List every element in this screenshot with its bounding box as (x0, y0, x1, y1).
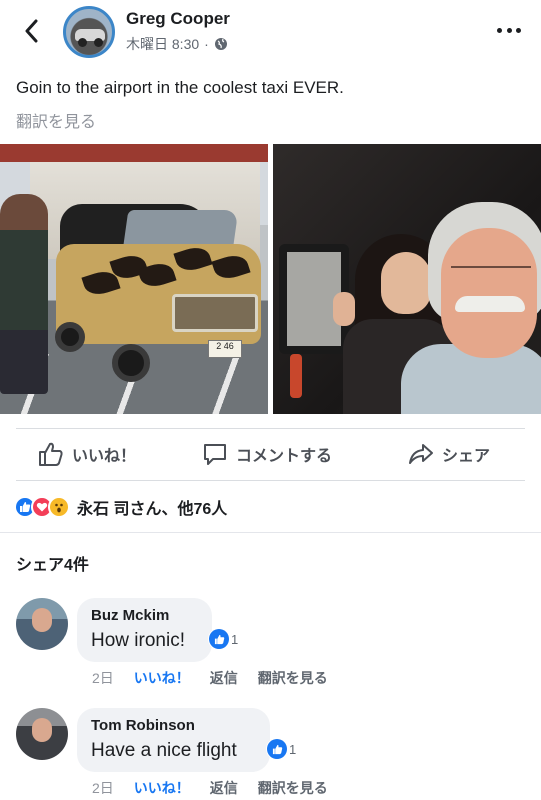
post-actions: いいね！ コメントする シェア (0, 430, 541, 480)
van-grille (172, 294, 258, 332)
van-wheel (112, 344, 150, 382)
commenter-name[interactable]: Tom Robinson (91, 717, 256, 734)
comment-label: コメントする (236, 448, 333, 465)
share-label: シェア (442, 448, 491, 465)
comment-meta: 2日 いいね！ 返信 翻訳を見る (92, 668, 328, 688)
reactions-text: 永石 司さん、他76人 (77, 501, 228, 518)
shares-divider (0, 532, 541, 533)
chevron-left-icon (25, 19, 38, 43)
comment-like-link[interactable]: いいね！ (134, 778, 190, 798)
woman-face (381, 252, 431, 314)
comment-time: 2日 (92, 670, 114, 686)
more-options-button[interactable] (497, 22, 521, 38)
share-icon (409, 444, 433, 464)
man-mustache (455, 296, 525, 312)
comment-time: 2日 (92, 780, 114, 796)
comment-meta: 2日 いいね！ 返信 翻訳を見る (92, 778, 328, 798)
see-translation-link[interactable]: 翻訳を見る (16, 108, 96, 132)
wow-reaction-icon (48, 496, 70, 518)
comment-button[interactable]: コメントする (202, 441, 332, 467)
actions-divider-bottom (16, 480, 525, 481)
man-face (441, 228, 537, 358)
share-button[interactable]: シェア (408, 441, 490, 467)
man-glasses (451, 266, 531, 280)
commenter-avatar[interactable] (16, 708, 68, 760)
comment-translate-link[interactable]: 翻訳を見る (258, 778, 328, 798)
comment-translate-link[interactable]: 翻訳を見る (258, 668, 328, 688)
comment-reply-link[interactable]: 返信 (210, 778, 238, 798)
person-image (0, 194, 48, 394)
post-timestamp[interactable]: 木曜日 8:30 (126, 34, 199, 54)
like-count-value: 1 (231, 631, 239, 647)
thumbs-up-icon (267, 739, 287, 759)
license-plate: 2 46 (208, 340, 242, 358)
like-count-value: 1 (289, 741, 297, 757)
awning-image (0, 144, 268, 162)
drink-can (290, 354, 302, 398)
van-wheel (55, 322, 85, 352)
shares-count[interactable]: シェア4件 (16, 551, 89, 575)
thumbs-up-icon (209, 629, 229, 649)
photo-selfie[interactable] (273, 144, 541, 414)
comment-text: Have a nice flight (91, 740, 237, 761)
globe-icon (214, 38, 227, 50)
comment-like-count[interactable]: 1 (266, 738, 300, 760)
photo-van[interactable]: 2 46 (0, 144, 268, 414)
comment-text: How ironic! (91, 630, 185, 651)
comment-icon (204, 444, 226, 465)
comment-bubble: Tom Robinson Have a nice flight (77, 708, 270, 772)
thumbs-up-icon (39, 442, 63, 466)
like-label: いいね！ (72, 448, 137, 465)
actions-divider-top (16, 428, 525, 429)
comment-bubble: Buz Mckim How ironic! (77, 598, 212, 662)
post-header: Greg Cooper 木曜日 8:30 · (0, 0, 541, 64)
commenter-name[interactable]: Buz Mckim (91, 607, 198, 624)
thumbs-up-hand (333, 292, 355, 326)
reactions-summary[interactable]: 永石 司さん、他76人 (14, 495, 227, 519)
post-text: Goin to the airport in the coolest taxi … (16, 78, 344, 97)
like-button[interactable]: いいね！ (38, 441, 136, 467)
author-avatar[interactable] (63, 6, 115, 58)
commenter-avatar[interactable] (16, 598, 68, 650)
comment-like-count[interactable]: 1 (208, 628, 242, 650)
back-button[interactable] (18, 16, 44, 46)
meta-separator: · (204, 36, 209, 52)
author-name[interactable]: Greg Cooper (126, 9, 230, 29)
comment-like-link[interactable]: いいね！ (134, 668, 190, 688)
post-meta: 木曜日 8:30 · (126, 34, 228, 54)
comment-reply-link[interactable]: 返信 (210, 668, 238, 688)
